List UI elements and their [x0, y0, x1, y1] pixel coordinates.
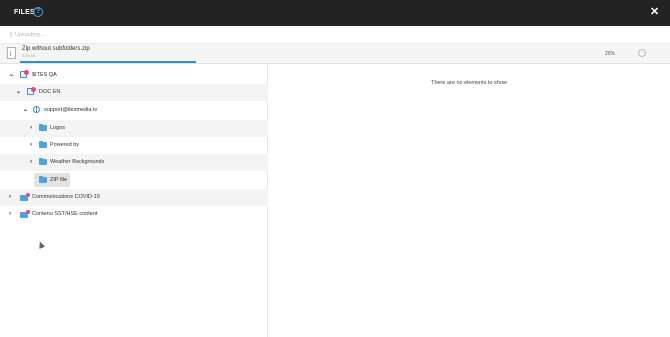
upload-progress-label: 29%	[605, 51, 616, 57]
chevron-right-icon[interactable]: ›	[30, 142, 32, 148]
chevron-down-icon[interactable]: ⌄	[16, 89, 21, 95]
zip-file-icon	[7, 47, 16, 59]
upload-file-size: 0.00 kB	[22, 53, 36, 58]
tree-node-label: ZIP file	[50, 177, 68, 183]
chevron-down-icon[interactable]: ⌄	[23, 107, 28, 113]
tree-node-label: Weather Backgrounds	[50, 159, 105, 165]
tree-node-label: support@itesmedia.tv	[44, 107, 98, 113]
chevron-right-icon[interactable]: ›	[9, 194, 11, 200]
tree-node-contenu-sst[interactable]: › Contenu SST/HSE content	[0, 206, 268, 223]
upload-file-name: Zip without subfolders.zip	[22, 46, 90, 52]
upload-status-bar: ⇧ Uploading...	[0, 26, 670, 44]
shared-folder-icon	[20, 210, 30, 218]
tree-node-zip-file[interactable]: ZIP file	[0, 172, 268, 189]
tree-node-sites-qa[interactable]: ⌄ $ITES QA	[0, 67, 268, 84]
tree-node-label: Contenu SST/HSE content	[32, 211, 98, 217]
empty-state-message: There are no elements to show	[431, 80, 507, 86]
upload-file-row: Zip without subfolders.zip 0.00 kB 29%	[0, 44, 670, 64]
shared-folder-icon	[20, 193, 30, 201]
tree-node-support-account[interactable]: ⌄ support@itesmedia.tv	[0, 102, 268, 119]
tree-node-weather-backgrounds[interactable]: › Weather Backgrounds	[0, 154, 268, 171]
site-icon	[27, 87, 37, 96]
page-title: FILES	[14, 9, 35, 16]
tree-node-powered-by[interactable]: › Powered by	[0, 137, 268, 154]
chevron-right-icon[interactable]: ›	[9, 211, 11, 217]
folder-icon	[39, 141, 47, 148]
folder-icon	[39, 124, 47, 131]
chevron-down-icon[interactable]: ⌄	[9, 72, 14, 78]
upload-status-label: Uploading...	[15, 32, 45, 38]
tree-node-doc-en[interactable]: ⌄ DOC EN	[0, 84, 268, 101]
chevron-right-icon[interactable]: ›	[30, 159, 32, 165]
folder-icon	[39, 176, 47, 183]
files-header: FILES ? ✕	[0, 0, 670, 26]
folder-icon	[39, 158, 47, 165]
upload-progress-bar	[20, 61, 197, 63]
close-icon[interactable]: ✕	[650, 6, 659, 18]
tree-node-label: $ITES QA	[32, 72, 57, 78]
tree-node-label: Logos	[50, 125, 65, 131]
folder-tree-pane: ⌄ $ITES QA ⌄ DOC EN ⌄ support@itesmedia.…	[0, 65, 268, 337]
question-circle-icon[interactable]: ?	[33, 7, 43, 17]
tree-node-label: DOC EN	[39, 89, 61, 95]
upload-progress-fill	[20, 61, 197, 63]
tree-node-label: Powered by	[50, 142, 80, 148]
globe-icon	[33, 106, 40, 113]
tree-node-communications-covid[interactable]: › Communications COVID-19	[0, 189, 268, 206]
upload-icon: ⇧	[8, 32, 14, 39]
tree-node-label: Communications COVID-19	[32, 194, 100, 200]
site-icon	[20, 70, 30, 79]
tree-node-logos[interactable]: › Logos	[0, 120, 268, 137]
chevron-right-icon[interactable]: ›	[30, 125, 32, 131]
file-list-pane: There are no elements to show	[268, 65, 670, 337]
cancel-circle-icon[interactable]	[638, 49, 646, 57]
